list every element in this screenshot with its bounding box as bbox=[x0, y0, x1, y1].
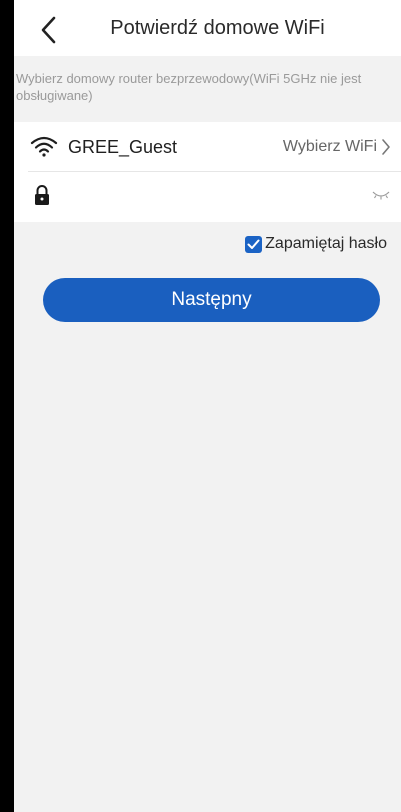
wifi-form-card: GREE_Guest Wybierz WiFi bbox=[14, 122, 401, 222]
screen: Potwierdź domowe WiFi Wybierz domowy rou… bbox=[14, 0, 401, 812]
wifi-ssid: GREE_Guest bbox=[68, 137, 178, 157]
wifi-row: GREE_Guest Wybierz WiFi bbox=[14, 122, 401, 172]
chevron-right-icon bbox=[382, 139, 390, 155]
password-input[interactable] bbox=[68, 180, 342, 214]
wifi-icon bbox=[30, 136, 58, 157]
choose-wifi-label: Wybierz WiFi bbox=[282, 138, 377, 155]
password-row bbox=[14, 172, 401, 222]
chevron-left-icon bbox=[41, 16, 56, 44]
remember-password-toggle[interactable]: Zapamiętaj hasło bbox=[245, 233, 387, 255]
choose-wifi-button[interactable]: Wybierz WiFi bbox=[283, 122, 391, 172]
next-button[interactable]: Następny bbox=[43, 278, 380, 322]
header-bar: Potwierdź domowe WiFi bbox=[14, 0, 401, 56]
page-title: Potwierdź domowe WiFi bbox=[110, 17, 325, 39]
remember-password-label: Zapamiętaj hasło bbox=[265, 235, 387, 252]
lock-icon bbox=[35, 185, 49, 205]
back-button[interactable] bbox=[32, 12, 68, 48]
eye-closed-icon[interactable] bbox=[371, 188, 391, 202]
router-hint-text: Wybierz domowy router bezprzewodowy(WiFi… bbox=[16, 71, 362, 103]
remember-checkbox[interactable] bbox=[245, 235, 263, 253]
checkmark-icon bbox=[247, 239, 260, 249]
